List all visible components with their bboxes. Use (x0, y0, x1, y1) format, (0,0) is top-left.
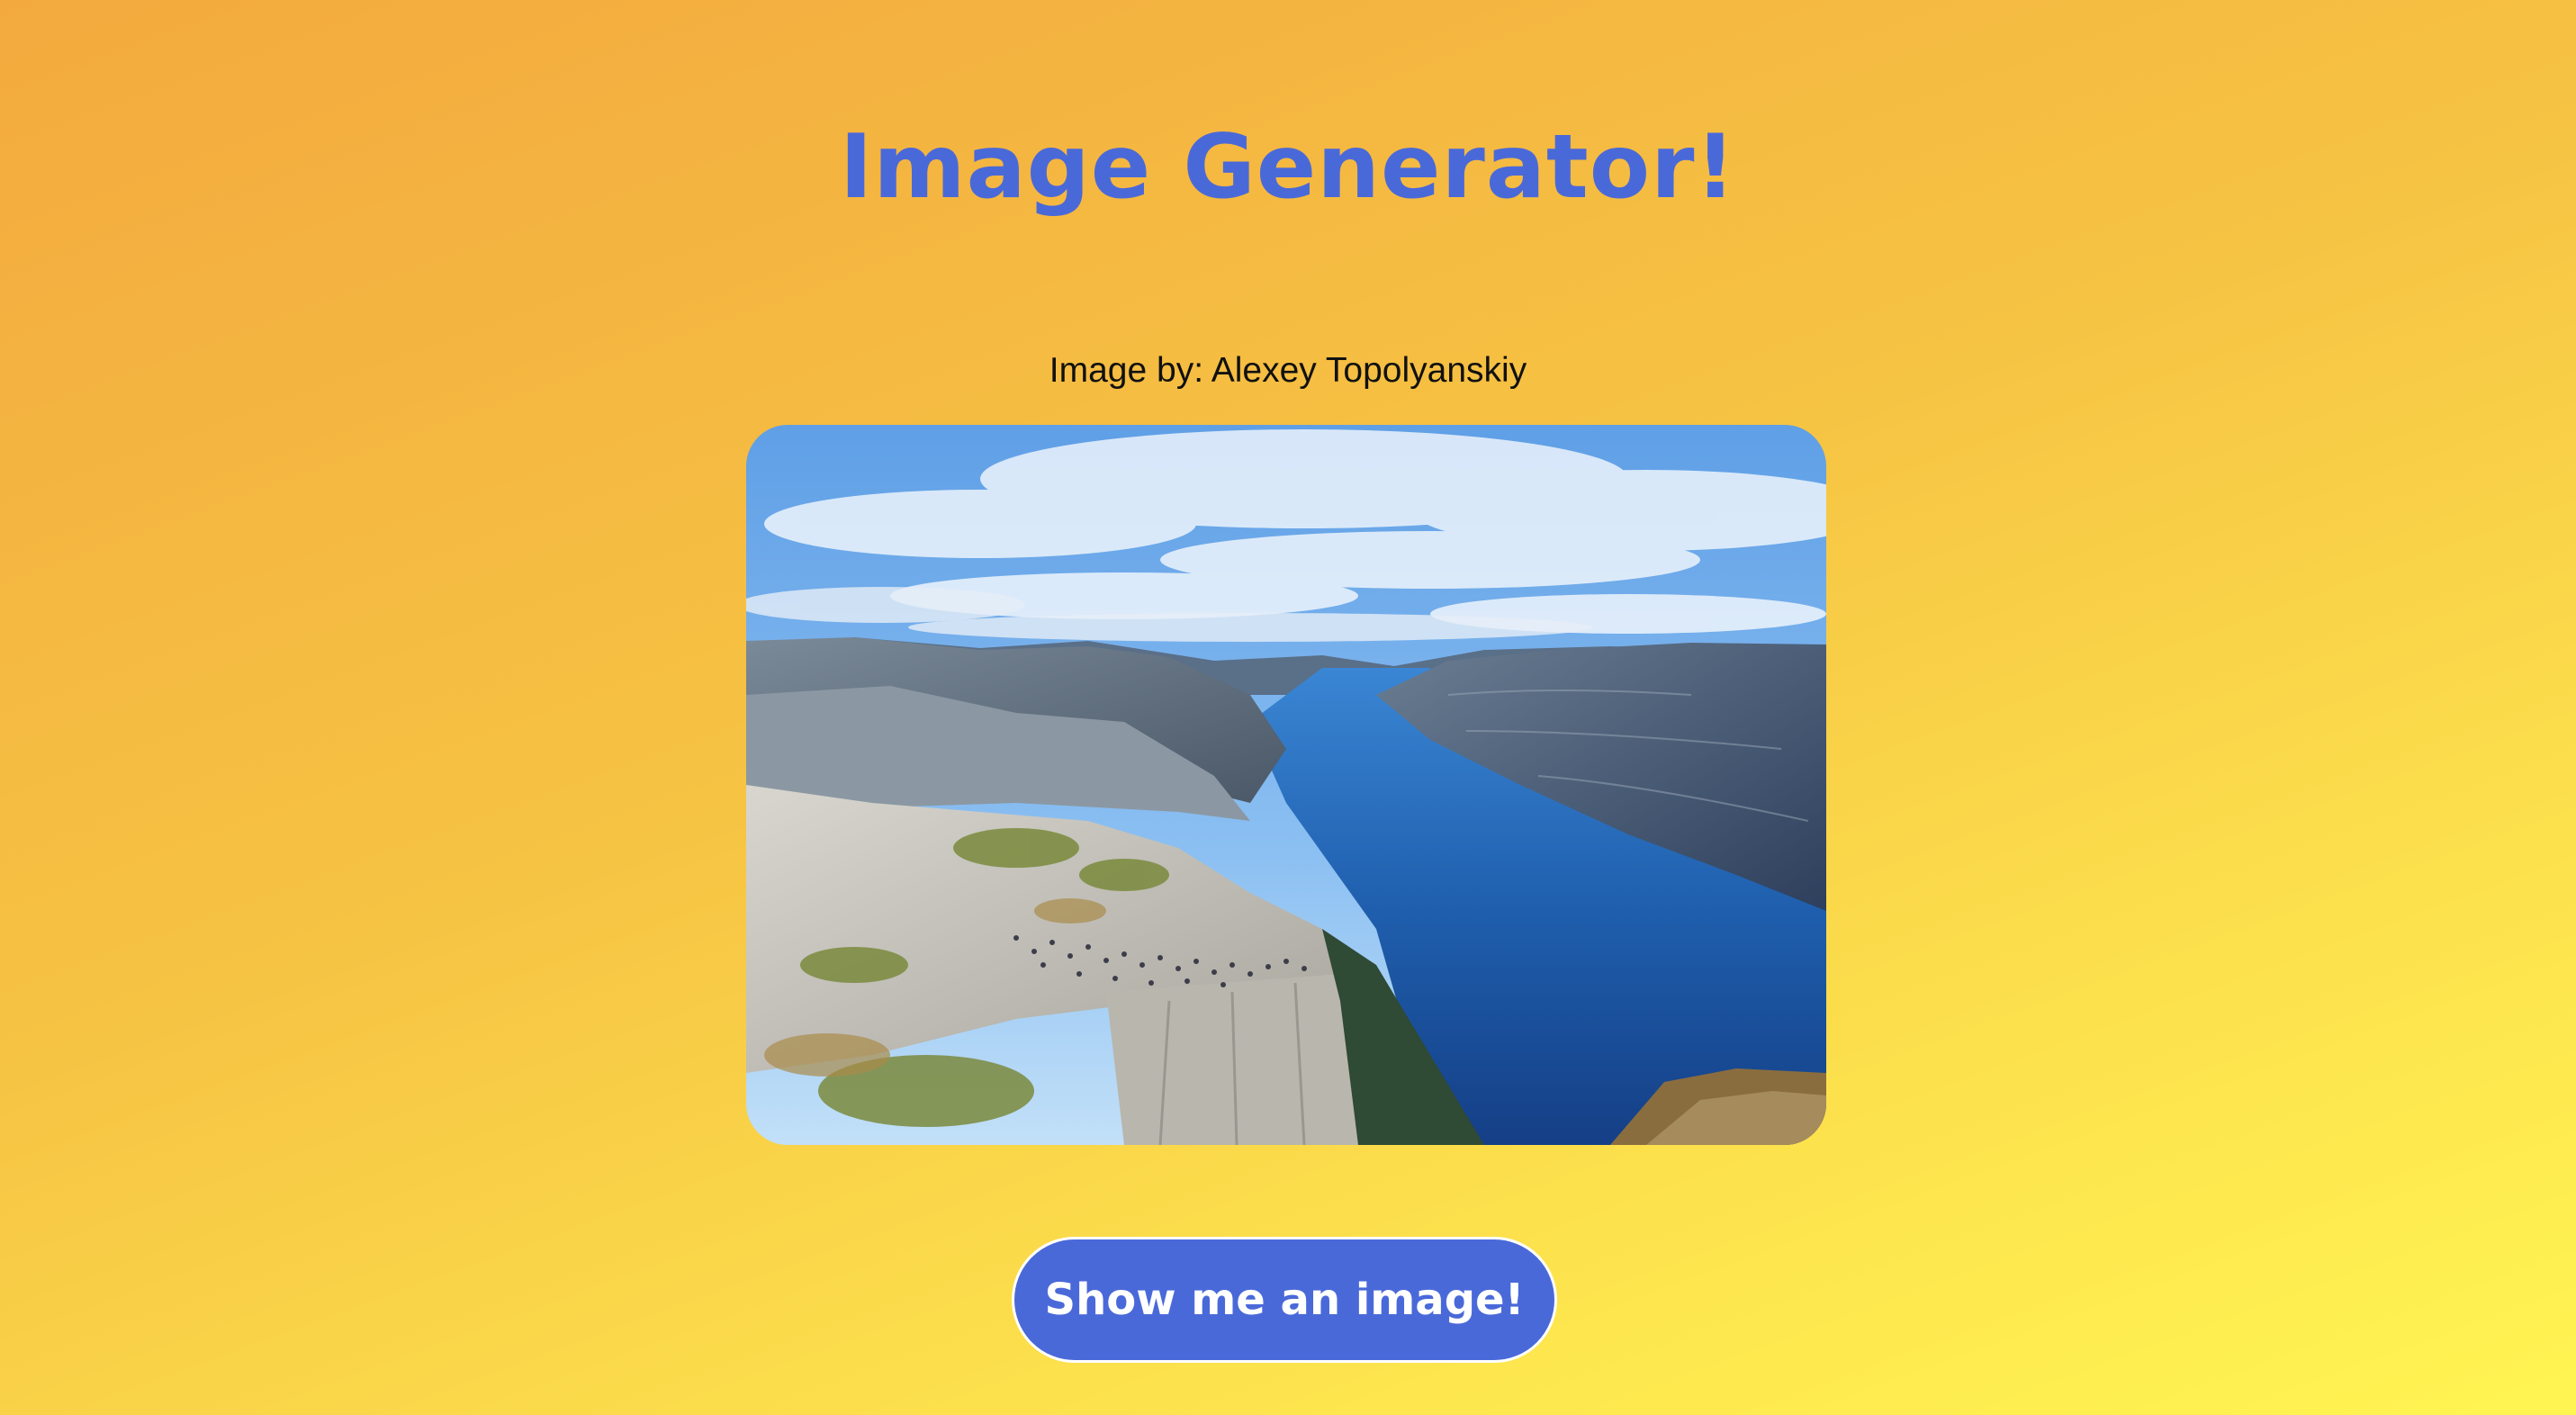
landscape-illustration (746, 425, 1826, 1145)
image-credit: Image by: Alexey Topolyanskiy (1049, 351, 1527, 390)
show-image-button[interactable]: Show me an image! (1012, 1237, 1557, 1363)
page-title: Image Generator! (839, 116, 1737, 219)
generated-image (746, 425, 1826, 1145)
